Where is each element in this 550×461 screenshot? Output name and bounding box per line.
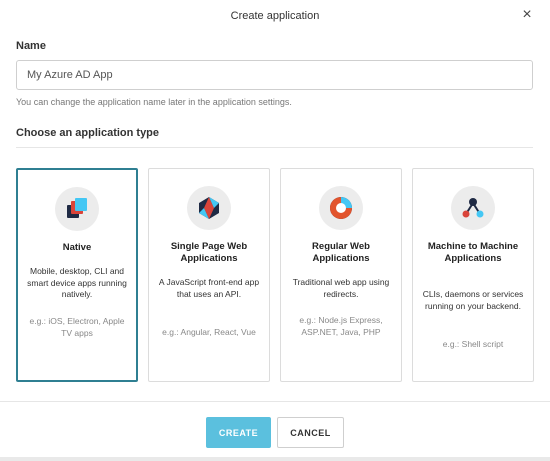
card-title: Regular Web Applications — [312, 241, 370, 264]
app-type-card-m2m[interactable]: Machine to Machine Applications CLIs, da… — [412, 168, 534, 382]
create-button[interactable]: CREATE — [206, 417, 271, 448]
card-description: A JavaScript front-end app that uses an … — [158, 277, 260, 299]
card-title: Native — [62, 242, 92, 253]
app-type-card-native[interactable]: Native Mobile, desktop, CLI and smart de… — [16, 168, 138, 382]
dialog-header: Create application × — [0, 0, 550, 34]
card-examples: e.g.: Angular, React, Vue — [162, 327, 256, 337]
app-type-card-regular-web[interactable]: Regular Web Applications Traditional web… — [280, 168, 402, 382]
bottom-strip — [0, 457, 550, 461]
dialog-title: Create application — [230, 10, 320, 22]
name-label: Name — [16, 40, 46, 52]
app-type-label: Choose an application type — [16, 127, 160, 139]
card-examples: e.g.: Shell script — [442, 339, 504, 349]
card-examples: e.g.: iOS, Electron, Apple TV apps — [29, 316, 125, 338]
card-description: Traditional web app using redirects. — [292, 277, 390, 299]
create-application-dialog: Create application × Name You can change… — [0, 0, 550, 461]
card-title: Machine to Machine Applications — [427, 241, 519, 264]
section-divider — [16, 147, 533, 148]
card-description: CLIs, daemons or services running on you… — [422, 289, 524, 311]
card-title: Single Page Web Applications — [170, 241, 248, 264]
regular-web-app-icon — [319, 186, 363, 230]
name-input[interactable] — [16, 60, 533, 90]
card-description: Mobile, desktop, CLI and smart device ap… — [27, 266, 127, 299]
close-icon[interactable]: × — [516, 4, 538, 26]
single-page-app-icon — [187, 186, 231, 230]
cancel-button[interactable]: CANCEL — [277, 417, 344, 448]
app-type-card-spa[interactable]: Single Page Web Applications A JavaScrip… — [148, 168, 270, 382]
name-help-text: You can change the application name late… — [16, 97, 292, 107]
machine-to-machine-icon — [451, 186, 495, 230]
card-examples: e.g.: Node.js Express, ASP.NET, Java, PH… — [299, 315, 383, 337]
native-app-icon — [55, 187, 99, 231]
dialog-footer: CREATE CANCEL — [0, 401, 550, 461]
